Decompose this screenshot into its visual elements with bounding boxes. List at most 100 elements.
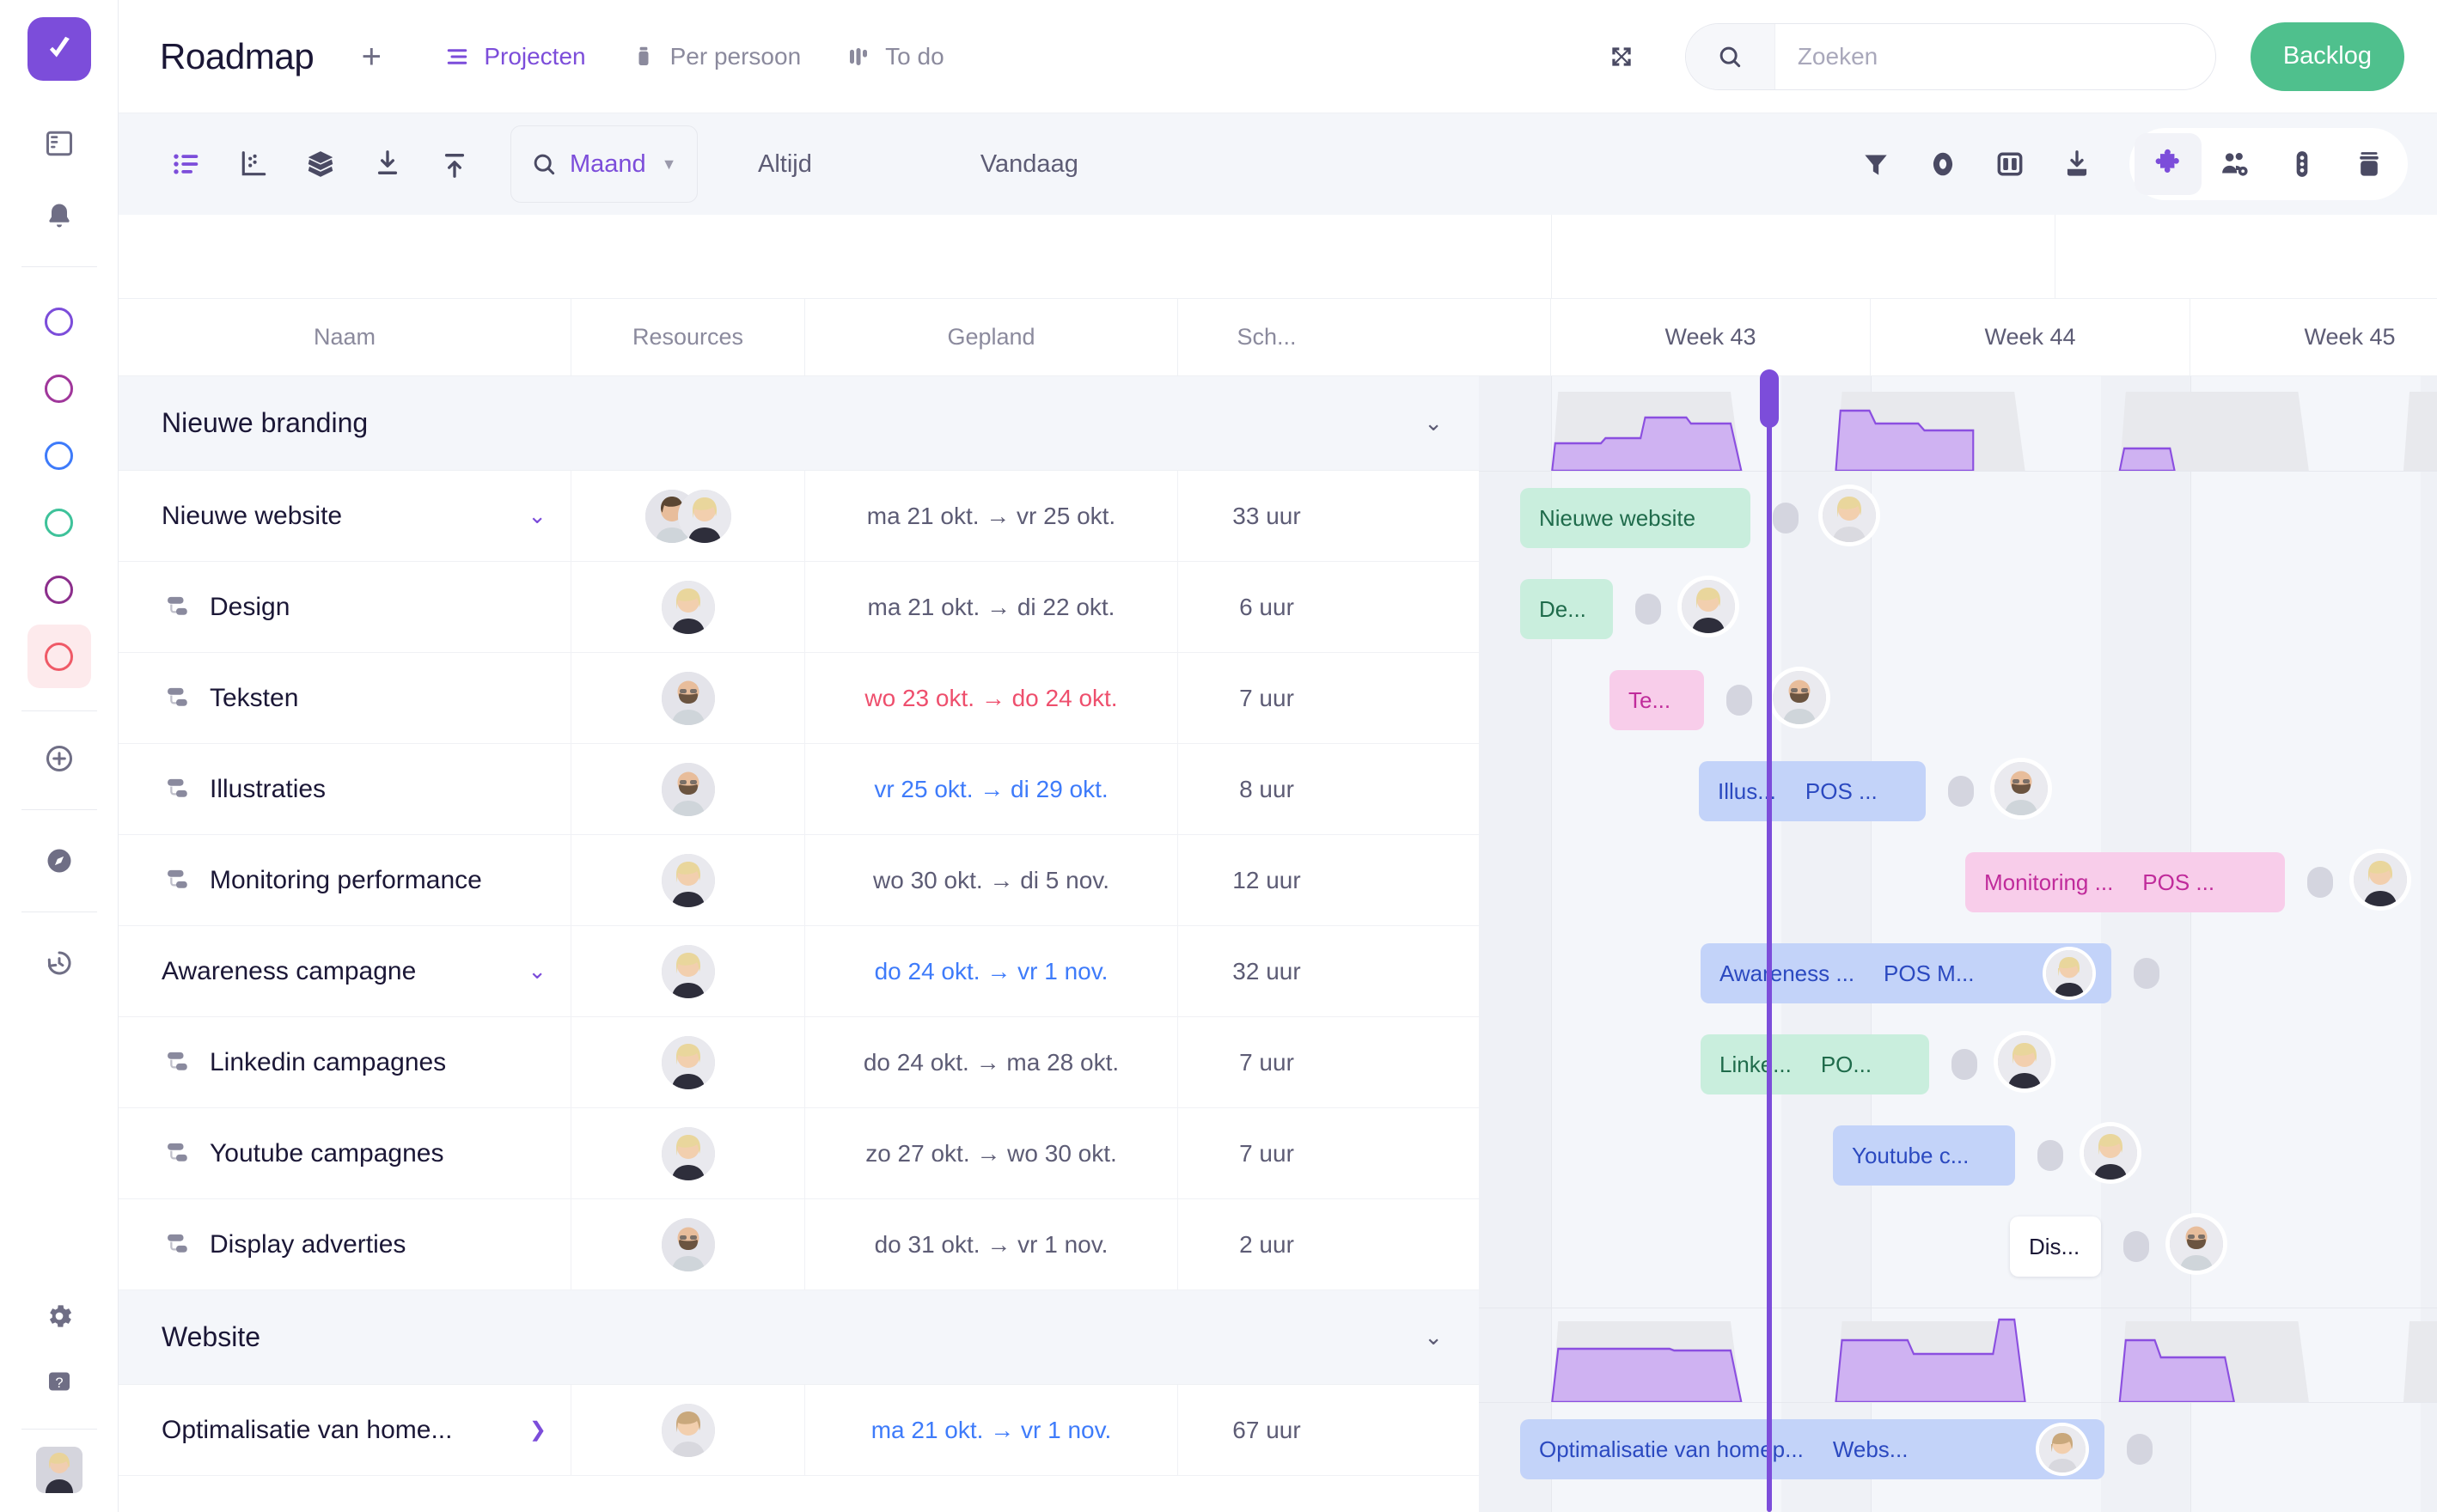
cell-resources[interactable] <box>571 1199 805 1289</box>
cell-name[interactable]: Nieuwe website ⌄ <box>119 471 571 561</box>
today-label[interactable]: Vandaag <box>980 150 1078 179</box>
gantt-bar[interactable]: Optimalisatie van homep... Webs... <box>1520 1419 2104 1479</box>
cell-planned[interactable]: ma 21 okt. → vr 1 nov. <box>805 1385 1178 1475</box>
cell-planned[interactable]: ma 21 okt. → vr 25 okt. <box>805 471 1178 561</box>
cell-resources[interactable] <box>571 653 805 743</box>
gantt-bar[interactable]: De... <box>1520 579 1613 639</box>
user-avatar[interactable] <box>35 1447 82 1493</box>
gantt-bar[interactable]: Youtube c... <box>1833 1125 2015 1186</box>
cell-planned[interactable]: ma 21 okt. → di 22 okt. <box>805 562 1178 652</box>
gantt-row-dot[interactable] <box>1773 503 1799 533</box>
column-header-resources[interactable]: Resources <box>571 299 805 375</box>
list-view-button[interactable] <box>153 131 220 198</box>
cell-hours[interactable]: 7 uur <box>1178 653 1355 743</box>
cell-name[interactable]: Awareness campagne ⌄ <box>119 926 571 1016</box>
seg-puzzle-button[interactable] <box>2135 133 2202 195</box>
gantt-row-dot[interactable] <box>1635 594 1661 625</box>
cell-resources[interactable] <box>571 562 805 652</box>
range-label[interactable]: Altijd <box>758 150 812 179</box>
cell-planned[interactable]: do 24 okt. → vr 1 nov. <box>805 926 1178 1016</box>
column-header-gepland[interactable]: Gepland <box>805 299 1178 375</box>
cell-hours[interactable]: 7 uur <box>1178 1017 1355 1107</box>
cell-resources[interactable] <box>571 744 805 834</box>
search-box[interactable] <box>1684 22 2216 90</box>
cell-planned[interactable]: vr 25 okt. → di 29 okt. <box>805 744 1178 834</box>
notifications-button[interactable] <box>27 184 91 247</box>
table-row[interactable]: Design ma 21 okt. → di 22 okt. 6 uur <box>119 562 1479 653</box>
seg-traffic-light-button[interactable] <box>2269 133 2336 195</box>
app-logo[interactable] <box>27 17 91 81</box>
gantt-row-dot[interactable] <box>1948 776 1974 807</box>
fullscreen-button[interactable] <box>1597 33 1646 81</box>
explore-button[interactable] <box>27 829 91 893</box>
cell-hours[interactable]: 33 uur <box>1178 471 1355 561</box>
gantt-week-45[interactable]: Week 45 <box>2190 299 2437 375</box>
gantt-bar[interactable]: Illus... POS ... <box>1699 761 1926 821</box>
cell-resources[interactable] <box>571 1017 805 1107</box>
table-row[interactable]: Illustraties vr 25 okt. → di 29 okt. 8 u… <box>119 744 1479 835</box>
gantt-bar[interactable]: Monitoring ... POS ... <box>1965 852 2285 912</box>
cell-name[interactable]: Design <box>119 562 571 652</box>
chevron-down-icon[interactable]: ⌄ <box>528 503 547 529</box>
sidebar-item-project-2[interactable] <box>27 357 91 420</box>
add-project-button[interactable] <box>27 727 91 790</box>
expand-all-button[interactable] <box>421 131 488 198</box>
cell-resources[interactable] <box>571 1385 805 1475</box>
cell-hours[interactable]: 67 uur <box>1178 1385 1355 1475</box>
column-header-naam[interactable]: Naam <box>119 299 571 375</box>
gantt-bar[interactable]: Awareness ... POS M... <box>1701 943 2111 1003</box>
sidebar-item-project-4[interactable] <box>27 491 91 554</box>
history-button[interactable] <box>27 931 91 995</box>
group-row-website[interactable]: Website ⌄ <box>119 1290 1479 1385</box>
cell-name[interactable]: Monitoring performance <box>119 835 571 925</box>
gantt-row-dot[interactable] <box>2134 958 2159 989</box>
table-row[interactable]: Optimalisatie van home... ❯ ma 21 okt. →… <box>119 1385 1479 1476</box>
layers-button[interactable] <box>287 131 354 198</box>
cell-planned[interactable]: wo 30 okt. → di 5 nov. <box>805 835 1178 925</box>
gantt-row-dot[interactable] <box>2127 1434 2153 1465</box>
cell-hours[interactable]: 8 uur <box>1178 744 1355 834</box>
chevron-right-icon[interactable]: ❯ <box>529 1418 547 1442</box>
gantt-bar[interactable]: Te... <box>1609 670 1704 730</box>
cell-name[interactable]: Display adverties <box>119 1199 571 1289</box>
cell-name[interactable]: Youtube campagnes <box>119 1108 571 1198</box>
table-row[interactable]: Awareness campagne ⌄ do 24 okt. → vr 1 n… <box>119 926 1479 1017</box>
visibility-button[interactable] <box>1909 131 1976 198</box>
seg-archive-button[interactable] <box>2336 133 2403 195</box>
gantt-row-dot[interactable] <box>2307 867 2333 898</box>
add-button[interactable]: + <box>351 37 391 76</box>
tab-projecten[interactable]: Projecten <box>422 31 608 82</box>
cell-name[interactable]: Illustraties <box>119 744 571 834</box>
cell-hours[interactable]: 7 uur <box>1178 1108 1355 1198</box>
cell-planned[interactable]: do 31 okt. → vr 1 nov. <box>805 1199 1178 1289</box>
table-row[interactable]: Monitoring performance wo 30 okt. → di 5… <box>119 835 1479 926</box>
seg-team-settings-button[interactable] <box>2202 133 2269 195</box>
backlog-button[interactable]: Backlog <box>2250 21 2404 91</box>
tab-to-do[interactable]: To do <box>823 31 967 82</box>
gantt-bar[interactable]: Dis... <box>2010 1216 2101 1277</box>
chart-view-button[interactable] <box>220 131 287 198</box>
gantt-row-dot[interactable] <box>2037 1140 2063 1171</box>
cell-name[interactable]: Linkedin campagnes <box>119 1017 571 1107</box>
gantt-row-dot[interactable] <box>2123 1231 2149 1262</box>
gantt-bar[interactable]: Linke... PO... <box>1701 1034 1929 1094</box>
tab-per-persoon[interactable]: Per persoon <box>608 31 824 82</box>
chevron-down-icon[interactable]: ⌄ <box>528 958 547 985</box>
sidebar-item-project-3[interactable] <box>27 424 91 487</box>
cell-name[interactable]: Optimalisatie van home... ❯ <box>119 1385 571 1475</box>
gantt-week-43[interactable]: Week 43 <box>1551 299 1871 375</box>
table-row[interactable]: Youtube campagnes zo 27 okt. → wo 30 okt… <box>119 1108 1479 1199</box>
cell-resources[interactable] <box>571 1108 805 1198</box>
download-button[interactable] <box>2043 131 2110 198</box>
cell-resources[interactable] <box>571 835 805 925</box>
help-button[interactable]: ? <box>27 1350 91 1413</box>
cell-planned[interactable]: zo 27 okt. → wo 30 okt. <box>805 1108 1178 1198</box>
table-row[interactable]: Display adverties do 31 okt. → vr 1 nov.… <box>119 1199 1479 1290</box>
search-input[interactable] <box>1774 42 2215 70</box>
gantt-row-dot[interactable] <box>1951 1049 1977 1080</box>
gantt-body[interactable]: Nieuwe website De... Te... Illus... POS … <box>1479 369 2437 1512</box>
gantt-week-44[interactable]: Week 44 <box>1871 299 2190 375</box>
cell-name[interactable]: Teksten <box>119 653 571 743</box>
table-row[interactable]: Teksten wo 23 okt. → do 24 okt. 7 uur <box>119 653 1479 744</box>
cell-hours[interactable]: 2 uur <box>1178 1199 1355 1289</box>
